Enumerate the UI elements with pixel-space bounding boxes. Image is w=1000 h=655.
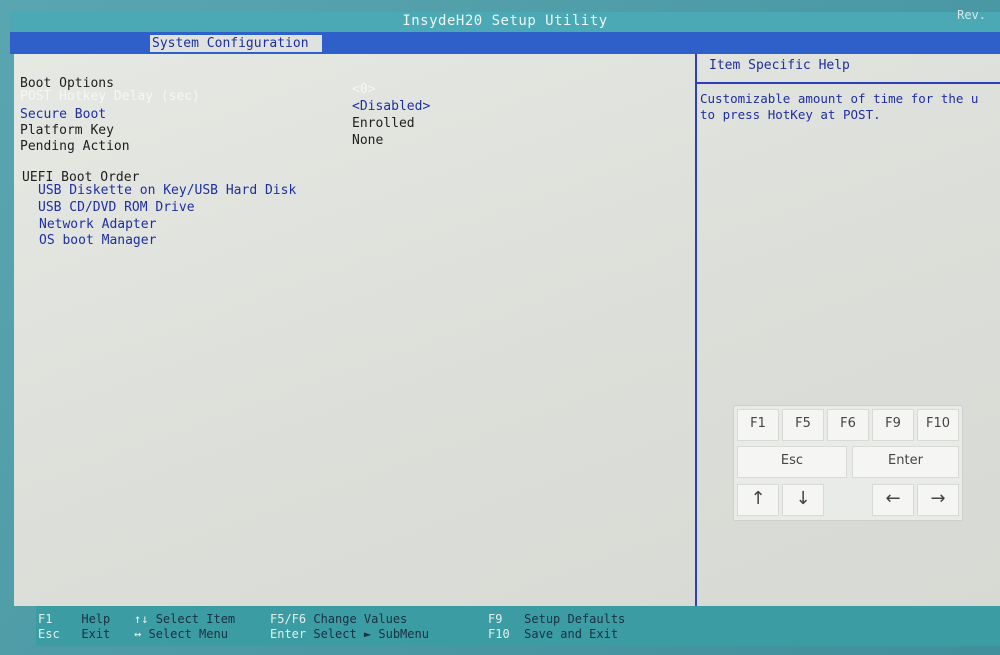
status-f10-desc: Save and Exit bbox=[524, 627, 619, 641]
bios-screen: InsydeH20 Setup Utility Rev. System Conf… bbox=[0, 0, 1000, 655]
tab-system-configuration[interactable]: System Configuration bbox=[150, 35, 322, 52]
status-f5f6-desc: Change Values bbox=[313, 612, 408, 626]
help-title: Item Specific Help bbox=[709, 58, 850, 73]
status-save-exit: F10 Save and Exit bbox=[488, 627, 618, 641]
window-title: InsydeH20 Setup Utility bbox=[402, 13, 608, 29]
status-esc-desc: Exit bbox=[81, 627, 111, 641]
settings-pane: Boot Options POST Hotkey Delay (sec) <0>… bbox=[14, 54, 694, 606]
boot-order-item-os-boot-manager[interactable]: OS boot Manager bbox=[39, 233, 156, 249]
setting-platform-key-label: Platform Key bbox=[20, 123, 114, 138]
status-leftright-desc: Select Menu bbox=[148, 627, 228, 641]
status-enter-key: Enter bbox=[270, 627, 307, 641]
key-up-arrow-icon[interactable]: ↑ bbox=[737, 484, 779, 516]
status-f5f6-key: F5/F6 bbox=[270, 612, 307, 626]
key-f9[interactable]: F9 bbox=[872, 409, 914, 441]
key-f1[interactable]: F1 bbox=[737, 409, 779, 441]
setting-secure-boot-label[interactable]: Secure Boot bbox=[20, 107, 106, 123]
boot-order-item-network-adapter[interactable]: Network Adapter bbox=[39, 217, 156, 233]
key-enter[interactable]: Enter bbox=[852, 446, 959, 478]
status-bar: F1 Help Esc Exit ↑↓ Select Item ↔ Select… bbox=[36, 606, 1000, 646]
help-pane: Item Specific Help Customizable amount o… bbox=[695, 54, 1000, 606]
boot-order-item-usb-cd-dvd[interactable]: USB CD/DVD ROM Drive bbox=[38, 200, 195, 216]
key-esc[interactable]: Esc bbox=[737, 446, 847, 478]
status-f9-key: F9 bbox=[488, 612, 503, 626]
setting-pending-action-value: None bbox=[352, 133, 384, 148]
status-enter-desc: Select ► SubMenu bbox=[313, 627, 429, 641]
status-f10-key: F10 bbox=[488, 627, 510, 641]
setting-platform-key-value: Enrolled bbox=[352, 116, 415, 131]
key-left-arrow-icon[interactable]: ← bbox=[872, 484, 914, 516]
status-esc-key: Esc bbox=[38, 627, 60, 641]
status-leftright-key: ↔ bbox=[134, 627, 142, 641]
help-text-line-1: Customizable amount of time for the u bbox=[700, 91, 979, 106]
status-f1-desc: Help bbox=[81, 612, 111, 626]
status-select-submenu: Enter Select ► SubMenu bbox=[270, 627, 429, 641]
main-panel: Boot Options POST Hotkey Delay (sec) <0>… bbox=[14, 54, 1000, 606]
key-f10[interactable]: F10 bbox=[917, 409, 959, 441]
status-esc: Esc Exit bbox=[38, 627, 110, 641]
status-f1-key: F1 bbox=[38, 612, 53, 626]
status-select-item: ↑↓ Select Item bbox=[134, 612, 235, 626]
status-select-menu: ↔ Select Menu bbox=[134, 627, 228, 641]
status-updown-key: ↑↓ bbox=[134, 612, 149, 626]
key-f5[interactable]: F5 bbox=[782, 409, 824, 441]
key-right-arrow-icon[interactable]: → bbox=[917, 484, 959, 516]
status-f9-desc: Setup Defaults bbox=[524, 612, 626, 626]
menu-bar: System Configuration bbox=[10, 32, 1000, 54]
setting-pending-action-label: Pending Action bbox=[20, 139, 130, 154]
boot-order-item-usb-diskette[interactable]: USB Diskette on Key/USB Hard Disk bbox=[38, 183, 296, 199]
title-bar: InsydeH20 Setup Utility Rev. bbox=[10, 8, 1000, 32]
status-change-values: F5/F6 Change Values bbox=[270, 612, 407, 626]
setting-post-hotkey-delay-value[interactable]: <0> bbox=[352, 82, 375, 98]
help-text: Customizable amount of time for the u to… bbox=[700, 91, 1000, 123]
setting-post-hotkey-delay-label[interactable]: POST Hotkey Delay (sec) bbox=[20, 89, 200, 105]
status-setup-defaults: F9 Setup Defaults bbox=[488, 612, 625, 626]
revision-label: Rev. bbox=[957, 8, 986, 22]
virtual-keypad: F1 F5 F6 F9 F10 Esc Enter ↑ ↓ ← → bbox=[733, 405, 963, 521]
help-header: Item Specific Help bbox=[697, 54, 1000, 84]
setting-secure-boot-value[interactable]: <Disabled> bbox=[352, 99, 430, 115]
key-down-arrow-icon[interactable]: ↓ bbox=[782, 484, 824, 516]
help-text-line-2: to press HotKey at POST. bbox=[700, 107, 881, 122]
status-updown-desc: Select Item bbox=[155, 612, 236, 626]
status-f1: F1 Help bbox=[38, 612, 110, 626]
key-f6[interactable]: F6 bbox=[827, 409, 869, 441]
